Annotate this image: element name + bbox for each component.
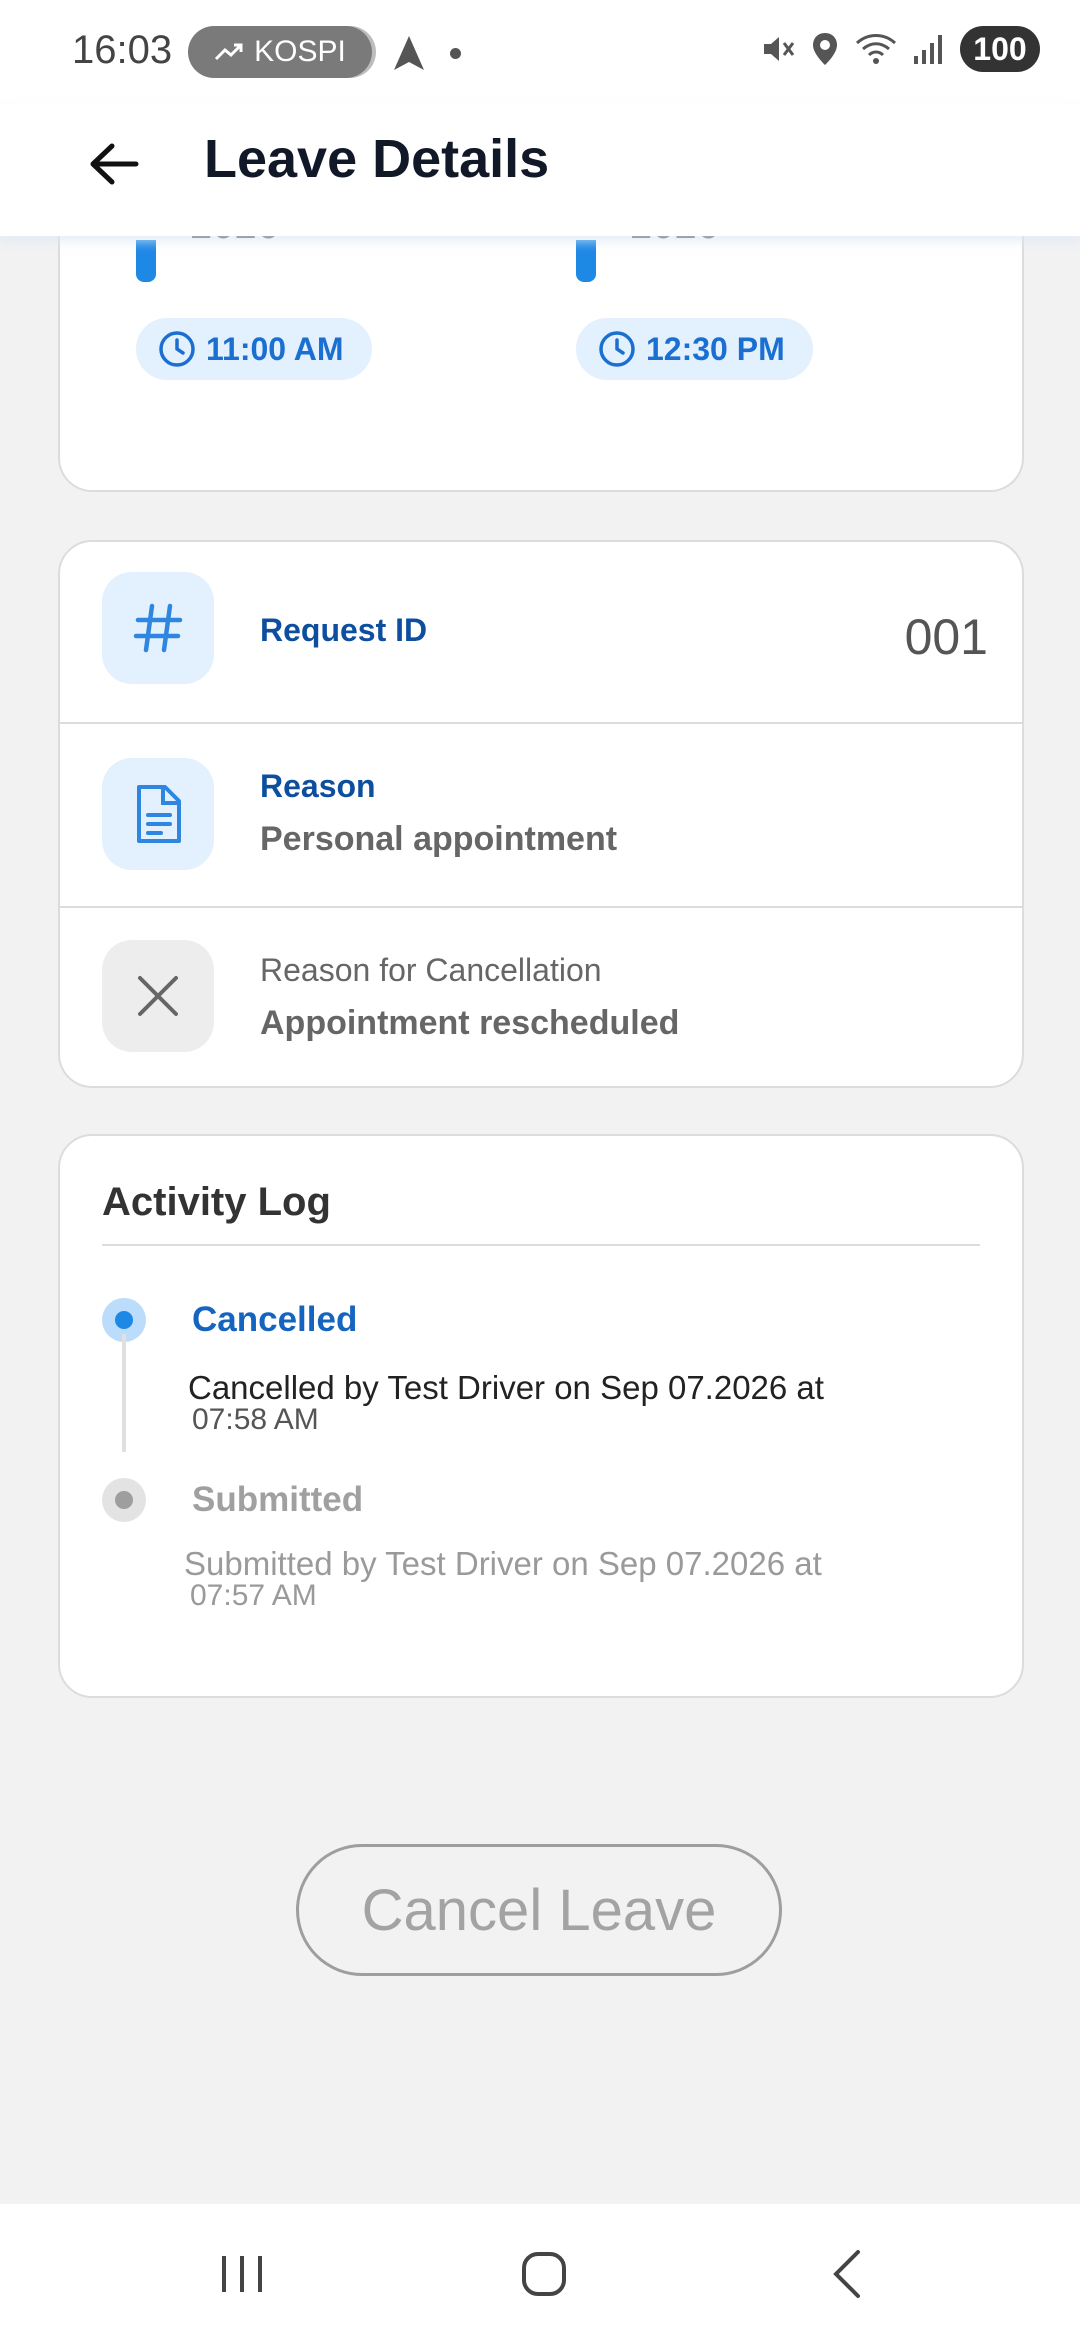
- log-entry-line: Cancelled by Test Driver on Sep 07.2026 …: [188, 1369, 824, 1406]
- cancellation-reason-value: Appointment rescheduled: [260, 1004, 680, 1042]
- notification-dot-icon: [450, 48, 461, 59]
- stock-ticker-chip[interactable]: KOSPI: [188, 26, 372, 78]
- log-entry-time: 07:57 AM: [190, 1579, 317, 1612]
- app-header: Leave Details: [0, 104, 1080, 236]
- request-id-value: 001: [904, 609, 988, 665]
- signal-icon: [914, 35, 942, 64]
- log-entry-status: Cancelled: [192, 1300, 358, 1339]
- status-icons: 100: [760, 26, 1040, 72]
- reason-label: Reason: [260, 768, 376, 804]
- page-title: Leave Details: [204, 129, 550, 189]
- trending-up-icon: [215, 43, 243, 61]
- navigation-arrow-icon: [394, 36, 424, 70]
- reason-row: Reason Personal appointment: [60, 724, 1022, 906]
- recent-apps-icon: [222, 2256, 262, 2292]
- document-icon-box: [102, 758, 214, 870]
- wifi-icon: [855, 34, 897, 64]
- activity-log-card: Activity Log Cancelled Cancelled by Test…: [58, 1134, 1024, 1698]
- arrow-left-icon: [90, 143, 139, 185]
- request-id-label: Request ID: [260, 612, 428, 648]
- end-time: 12:30 PM: [646, 330, 785, 367]
- leave-info-card: Request ID 001 Reason Personal appointme…: [58, 540, 1024, 1088]
- clock-icon: [159, 331, 195, 367]
- start-date-marker: [136, 240, 156, 282]
- timeline-dot-inactive: [102, 1478, 146, 1522]
- log-entry-description: Cancelled by Test Driver on Sep 07.2026 …: [188, 1369, 824, 1436]
- start-time: 11:00 AM: [206, 330, 344, 367]
- log-entry-status: Submitted: [192, 1480, 364, 1519]
- cancellation-reason-label: Reason for Cancellation: [260, 952, 602, 988]
- status-bar: 16:03 KOSPI 100: [0, 0, 1080, 104]
- request-id-row: Request ID 001: [60, 542, 1022, 722]
- system-back-button[interactable]: [808, 2244, 888, 2304]
- recent-apps-button[interactable]: [202, 2244, 282, 2304]
- activity-log-title: Activity Log: [102, 1180, 331, 1224]
- mute-icon: [764, 37, 795, 61]
- cancel-leave-button[interactable]: Cancel Leave: [296, 1844, 782, 1976]
- end-time-chip: 12:30 PM: [576, 318, 813, 380]
- location-icon: [813, 33, 837, 65]
- home-button[interactable]: [504, 2244, 584, 2304]
- back-button[interactable]: [84, 134, 144, 194]
- log-entry-description: Submitted by Test Driver on Sep 07.2026 …: [184, 1545, 822, 1612]
- chevron-left-icon: [833, 2250, 860, 2298]
- clock-icon: [599, 331, 635, 367]
- status-time: 16:03: [72, 28, 173, 72]
- close-icon-box: [102, 940, 214, 1052]
- hash-icon: [133, 603, 183, 653]
- divider: [102, 1244, 980, 1246]
- end-date-marker: [576, 240, 596, 282]
- ticker-label: KOSPI: [254, 35, 346, 68]
- timeline-connector: [122, 1334, 126, 1452]
- start-time-chip: 11:00 AM: [136, 318, 372, 380]
- cancellation-reason-row: Reason for Cancellation Appointment resc…: [60, 908, 1022, 1086]
- document-icon: [137, 785, 181, 843]
- home-icon: [522, 2252, 566, 2296]
- log-entry-time: 07:58 AM: [192, 1403, 319, 1436]
- hash-icon-box: [102, 572, 214, 684]
- battery-indicator: 100: [960, 26, 1040, 72]
- system-nav-bar: [0, 2204, 1080, 2340]
- close-icon: [138, 976, 178, 1016]
- reason-value: Personal appointment: [260, 820, 618, 858]
- log-entry-line: Submitted by Test Driver on Sep 07.2026 …: [184, 1545, 822, 1582]
